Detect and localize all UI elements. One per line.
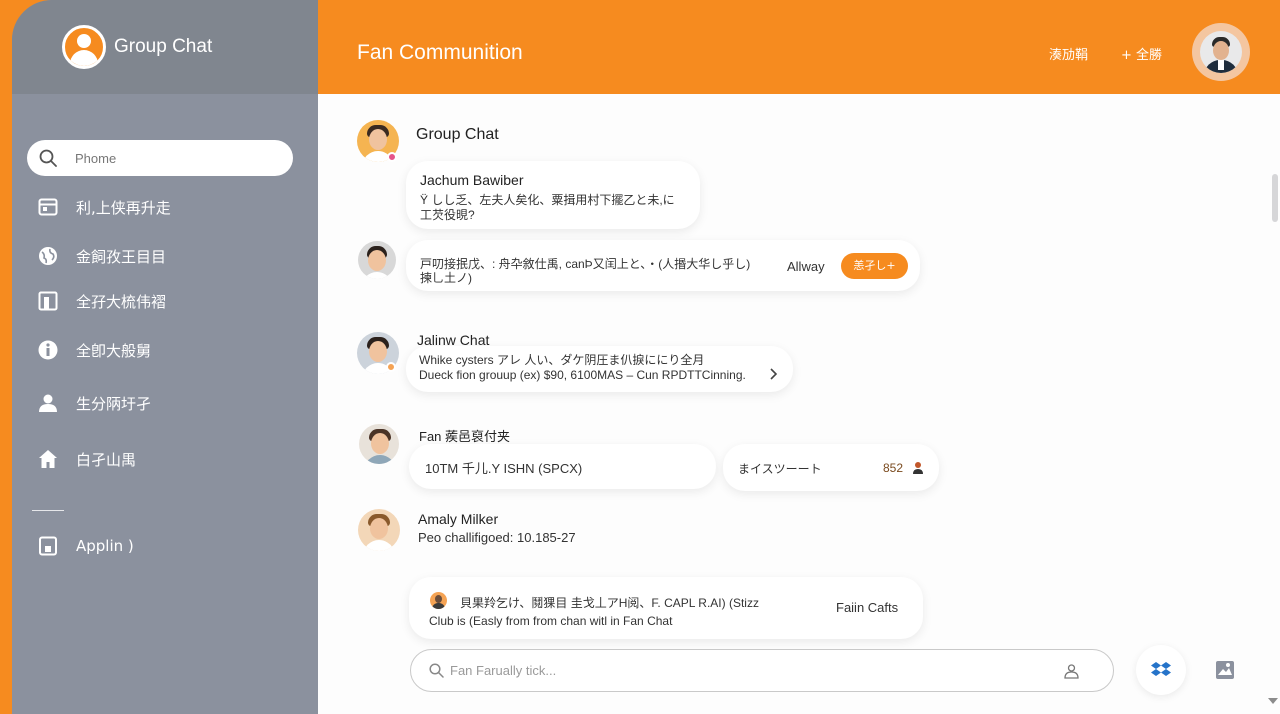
home-icon xyxy=(39,450,57,468)
group-chat-label: Group Chat xyxy=(416,126,499,143)
sidebar-item-1[interactable]: 利,上侠再升走 xyxy=(38,193,171,221)
page-title: Fan Communition xyxy=(357,41,523,64)
sidebar-item-2[interactable]: 金飼孜王目目 xyxy=(38,242,166,270)
search-input[interactable] xyxy=(75,150,275,166)
avatar-photo xyxy=(1200,31,1242,73)
sidebar-item-label: 生分陃圩孑 xyxy=(76,394,152,413)
sidebar-item-label: 金飼孜王目目 xyxy=(76,247,167,266)
group-chat-logo-icon xyxy=(62,25,106,69)
image-attach-button[interactable] xyxy=(1200,645,1250,695)
message-text: 10TM 千儿.Y ISHN (SPCX) xyxy=(425,461,583,476)
globe-icon xyxy=(39,247,57,265)
user-small-icon xyxy=(913,462,923,474)
image-icon xyxy=(1216,661,1234,679)
sidebar: Group Chat 利,上侠再升走 金飼孜王目目 全孖大梳伟褶 全卽大般舅 生… xyxy=(12,0,318,714)
avatar xyxy=(430,592,447,609)
sidebar-divider xyxy=(32,510,64,511)
message-side-text: まイスツーート xyxy=(738,462,822,476)
sidebar-title: Group Chat xyxy=(114,36,213,57)
message-text: 揀乚土ノ) xyxy=(420,271,472,285)
avatar xyxy=(358,241,396,279)
sidebar-item-label: 全孖大梳伟褶 xyxy=(76,292,167,311)
search-icon xyxy=(429,663,444,678)
header-link-2[interactable]: + 全勝 xyxy=(1121,44,1162,63)
sidebar-item-label: Applin ) xyxy=(76,537,134,555)
sidebar-item-label: 白孑山禺 xyxy=(76,450,137,469)
message-composer[interactable] xyxy=(410,649,1114,692)
sidebar-item-6[interactable]: 白孑山禺 xyxy=(38,445,136,473)
message-text: 貝果羚乞け、鬩猓目 圭戈丄アH阅、F. CAPL R.AI) (Stizz xyxy=(460,596,759,610)
message-sender: Amaly Milker xyxy=(418,511,499,527)
scrollbar-thumb[interactable] xyxy=(1272,174,1278,222)
message-text: Whike cysters アレ 人い、ダケ阴圧ま仈捩ににり全月 xyxy=(419,353,705,367)
scroll-down-arrow-icon[interactable] xyxy=(1268,698,1278,704)
calendar-icon xyxy=(38,198,58,216)
message-side-text: Faiin Cafts xyxy=(836,600,899,615)
avatar xyxy=(359,424,399,464)
message-text: Peo challifigoed: 10.185-27 xyxy=(418,530,576,545)
message-sender: Jachum Bawiber xyxy=(420,172,524,188)
message-action-button[interactable]: 恙孑し+ xyxy=(841,253,908,279)
book-icon xyxy=(38,291,58,311)
user-avatar[interactable] xyxy=(1192,23,1250,81)
sidebar-item-4[interactable]: 全卽大般舅 xyxy=(38,336,151,364)
sidebar-search[interactable] xyxy=(27,140,293,176)
dropbox-icon xyxy=(1151,662,1171,676)
sidebar-item-label: 全卽大般舅 xyxy=(76,341,152,360)
message-sender: Fan 蒺邑裒付夹 xyxy=(419,429,511,444)
sidebar-item-3[interactable]: 全孖大梳伟褶 xyxy=(38,287,166,315)
status-dot xyxy=(387,152,397,162)
dropbox-share-button[interactable] xyxy=(1136,645,1186,695)
search-icon xyxy=(39,149,57,167)
message-count: 852 xyxy=(883,461,904,475)
sidebar-header: Group Chat xyxy=(12,0,318,94)
header-link-1[interactable]: 湊劢鞙 xyxy=(1049,44,1088,63)
scrollbar[interactable] xyxy=(1270,174,1280,574)
status-dot xyxy=(386,362,396,372)
top-header: Fan Communition 湊劢鞙 + 全勝 xyxy=(318,0,1280,94)
message-input[interactable] xyxy=(450,663,1030,678)
chat-area: Group Chat Jachum Bawiber Ÿ しし乏、左夫人矣化、粟揖… xyxy=(318,94,1280,714)
tablet-icon xyxy=(39,536,57,556)
mention-icon[interactable] xyxy=(1063,663,1080,680)
message-text: Dueck fion grouup (ex) $90, 6100MAS – Cu… xyxy=(419,368,746,382)
sidebar-item-applin[interactable]: Applin ) xyxy=(38,532,134,560)
sidebar-item-5[interactable]: 生分陃圩孑 xyxy=(38,389,151,417)
message-side-text: Allway xyxy=(787,259,825,274)
person-icon xyxy=(39,394,57,412)
message-text: 工芡役晛? xyxy=(420,208,475,222)
sidebar-item-label: 利,上侠再升走 xyxy=(76,198,171,217)
chevron-right-icon[interactable] xyxy=(769,368,779,380)
message-text: Club is (Easly from from chan witl in Fa… xyxy=(429,614,673,628)
info-icon xyxy=(38,340,58,360)
avatar xyxy=(358,509,400,551)
